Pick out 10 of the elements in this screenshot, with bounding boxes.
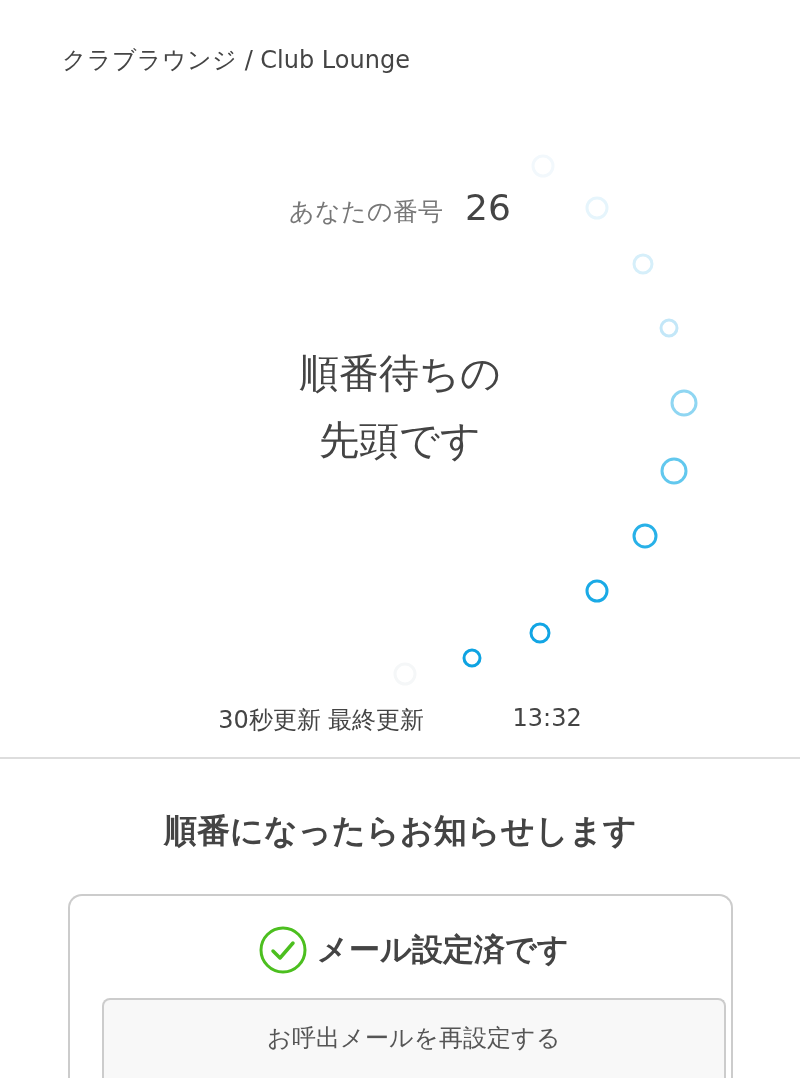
update-info: 30秒更新 最終更新 <box>218 704 425 736</box>
reset-mail-button[interactable]: お呼出メールを再設定する <box>102 998 726 1078</box>
number-label: あなたの番号 <box>289 195 444 228</box>
status-text: 先頭です <box>318 415 482 465</box>
ticket-number: 26 <box>465 186 511 228</box>
notify-heading: 順番になったらお知らせします <box>162 810 638 852</box>
page-title: クラブラウンジ / Club Lounge <box>61 45 411 76</box>
mail-status: メール設定済です <box>317 930 569 969</box>
status-text: 順番待ちの <box>299 348 501 398</box>
update-time: 13:32 <box>512 703 582 734</box>
